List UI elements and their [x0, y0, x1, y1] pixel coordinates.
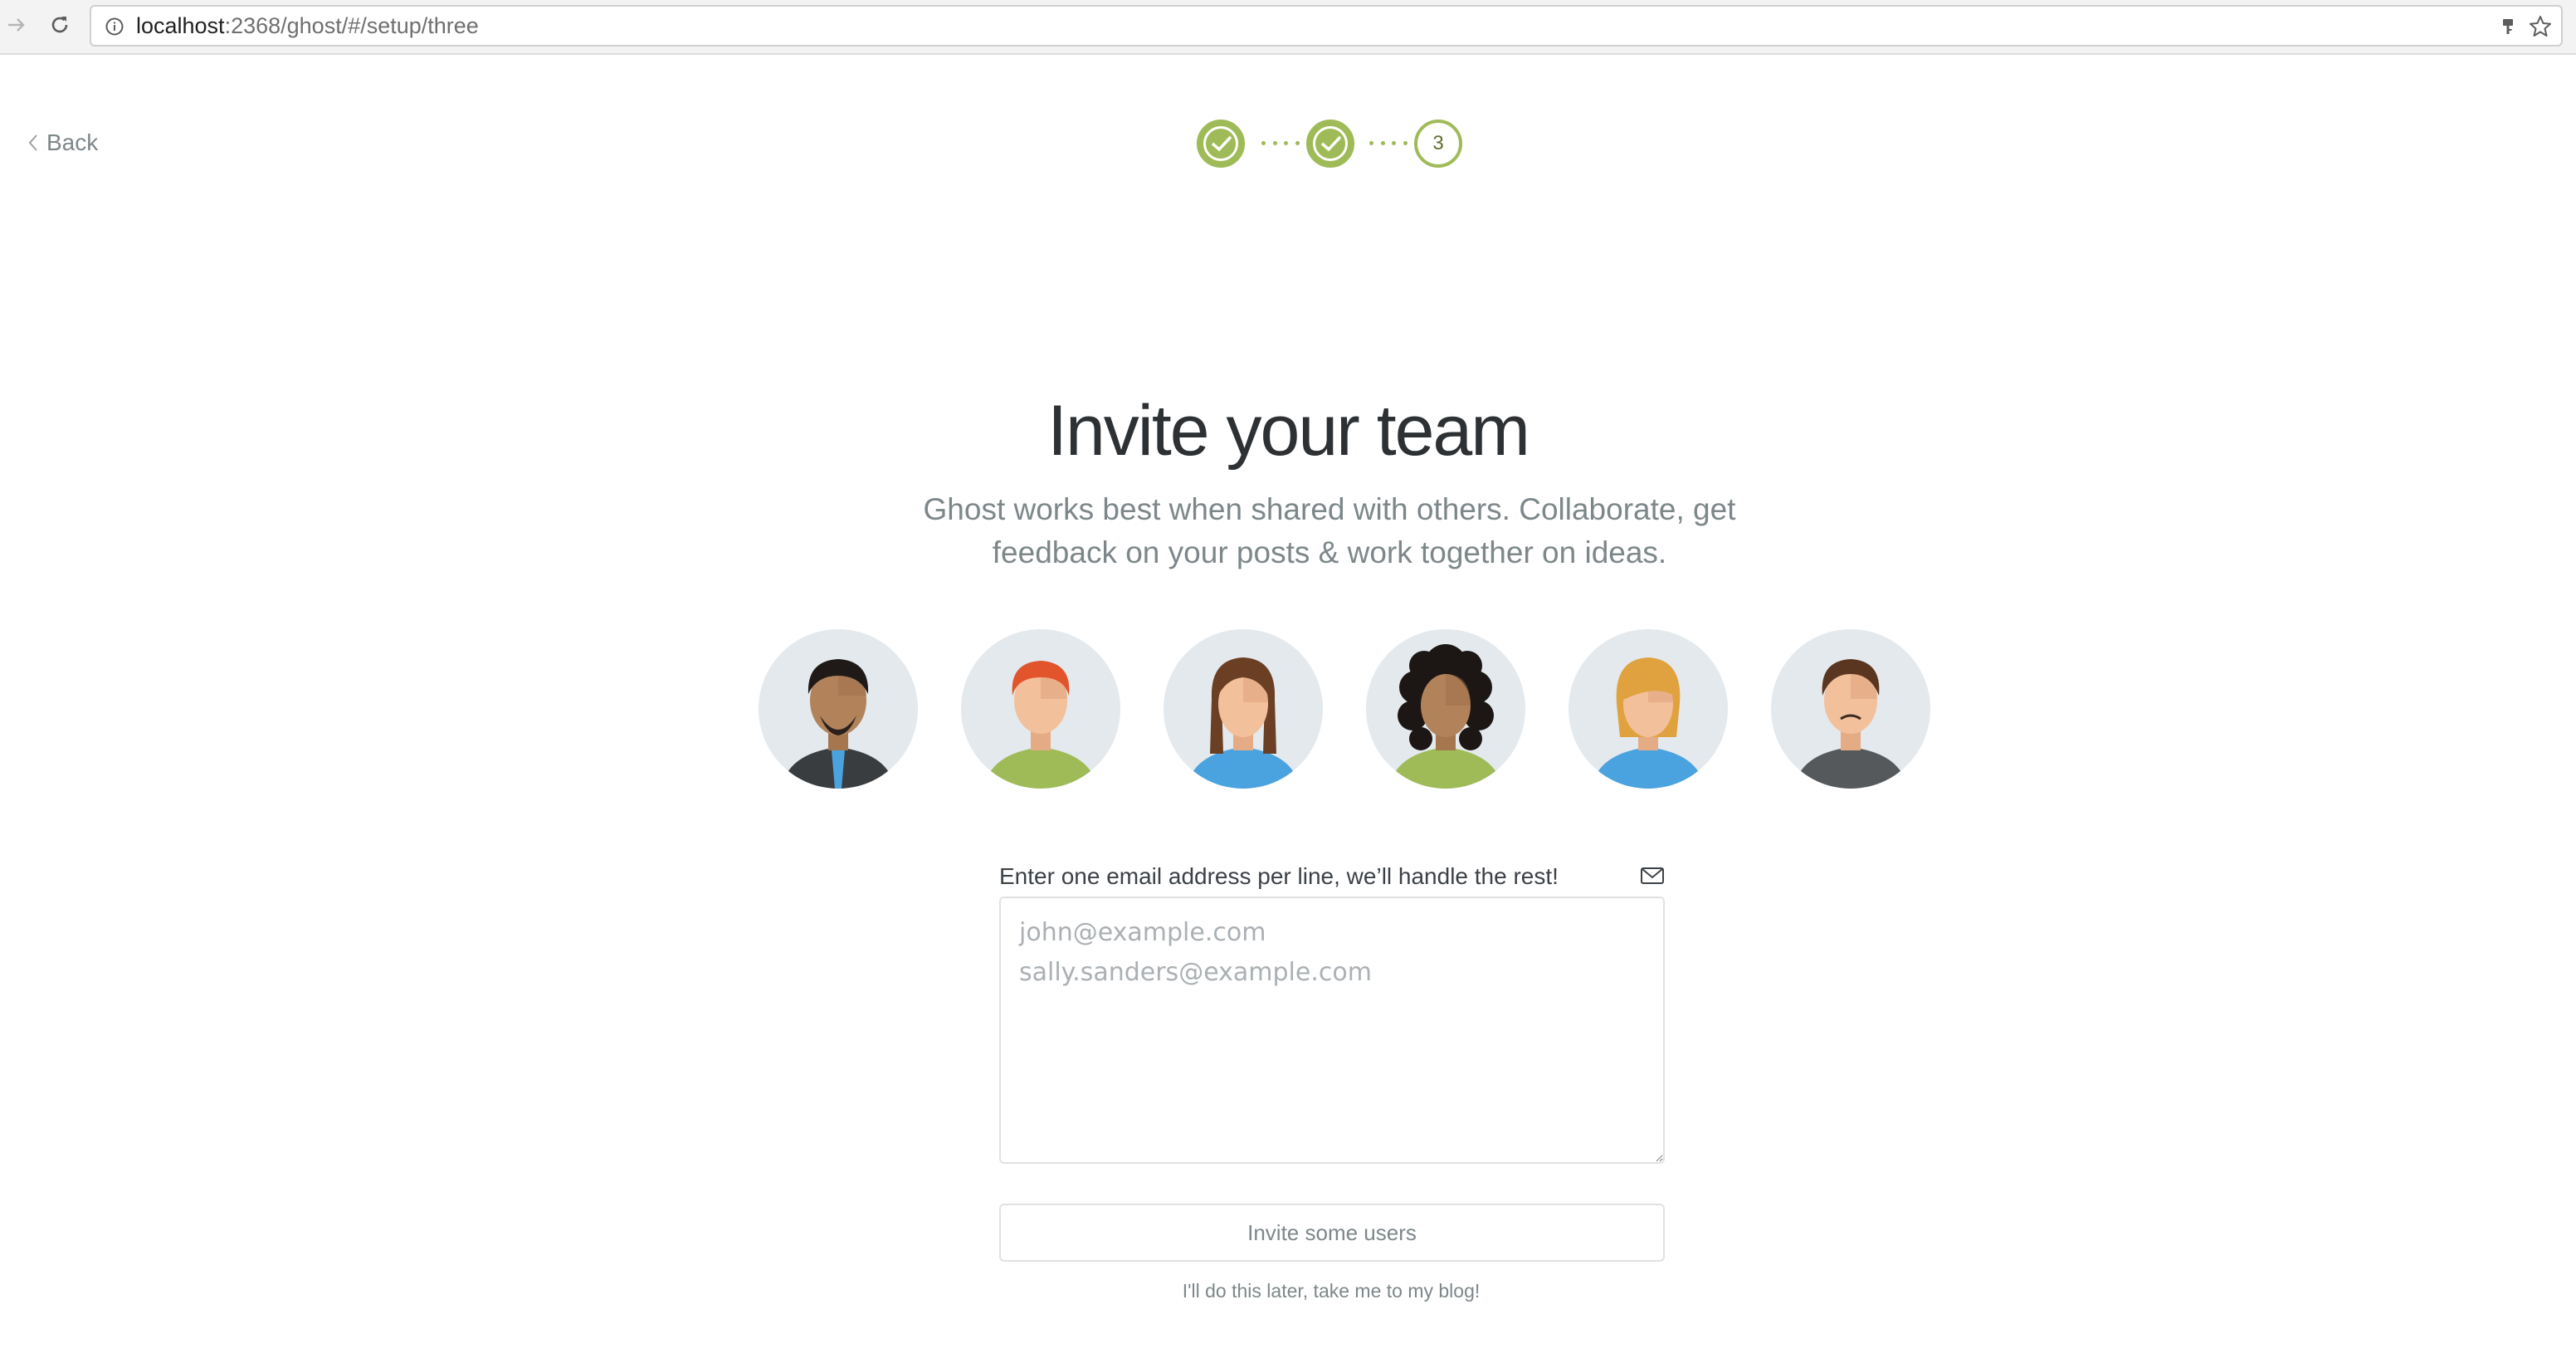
email-textarea[interactable]: [999, 896, 1665, 1164]
step-number: 3: [1432, 132, 1444, 154]
key-icon[interactable]: [2498, 17, 2518, 37]
chevron-left-icon: [28, 134, 37, 151]
address-bar[interactable]: localhost:2368/ghost/#/setup/three: [90, 5, 2563, 46]
subtitle-line-1: Ghost works best when shared with others…: [923, 492, 1736, 526]
avatar-brown-hair-man: [1771, 629, 1930, 789]
star-icon[interactable]: [2528, 14, 2553, 39]
avatar-man-beard-tie: [759, 629, 918, 789]
url-text[interactable]: localhost:2368/ghost/#/setup/three: [136, 7, 479, 45]
step-2-complete: [1306, 120, 1354, 168]
back-label: Back: [46, 129, 99, 155]
mail-icon: [1641, 867, 1664, 884]
forward-icon[interactable]: [3, 12, 30, 38]
avatar-curly-hair-woman: [1366, 629, 1525, 789]
invite-users-button[interactable]: Invite some users: [999, 1204, 1665, 1262]
url-host: localhost: [136, 13, 225, 38]
step-3-current: 3: [1414, 120, 1462, 168]
skip-setup-link[interactable]: I'll do this later, take me to my blog!: [0, 1280, 2576, 1302]
step-connector: [1369, 141, 1408, 146]
url-path: :2368/ghost/#/setup/three: [224, 13, 479, 38]
email-field-label: Enter one email address per line, we’ll …: [999, 863, 1559, 889]
avatar-brunette-pigtails: [1164, 629, 1323, 789]
step-1-complete: [1197, 120, 1245, 168]
step-connector: [1261, 141, 1300, 146]
checkmark-icon: [1211, 135, 1232, 152]
checkmark-icon: [1320, 135, 1342, 152]
info-icon[interactable]: [105, 17, 124, 37]
browser-toolbar: localhost:2368/ghost/#/setup/three: [0, 0, 2576, 55]
subtitle-line-2: feedback on your posts & work together o…: [992, 535, 1667, 569]
reload-icon[interactable]: [46, 12, 73, 38]
avatar-blonde-woman: [1569, 629, 1728, 789]
page-title: Invite your team: [1047, 391, 1530, 471]
avatar-redhead-man: [961, 629, 1120, 789]
page-subtitle: Ghost works best when shared with others…: [873, 488, 1786, 574]
back-link[interactable]: Back: [27, 126, 98, 159]
